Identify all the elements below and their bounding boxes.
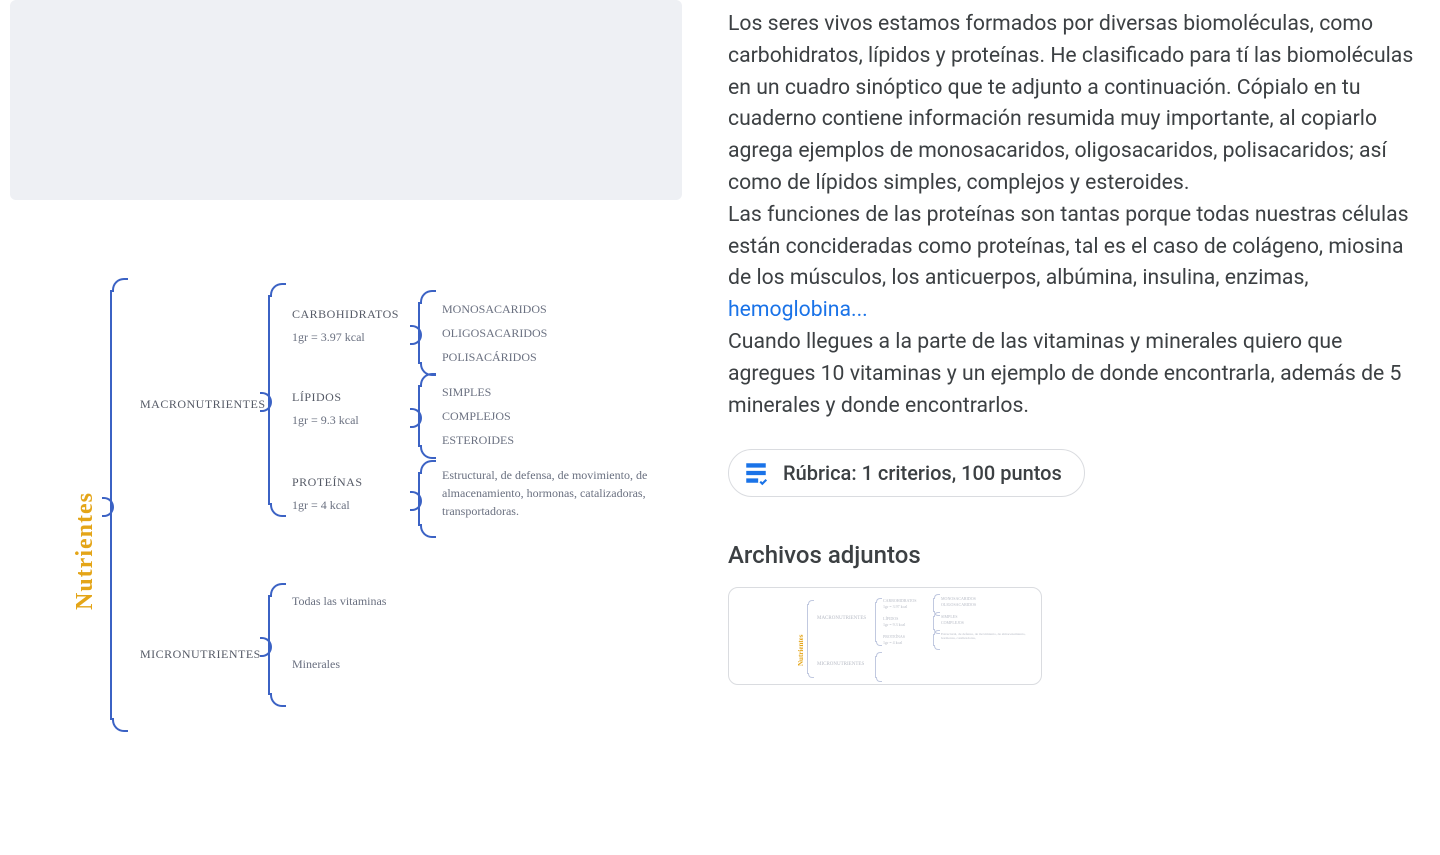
label-carbs-item-2: POLISACÁRIDOS	[442, 348, 537, 366]
label-proteins-kcal: 1gr = 4 kcal	[292, 496, 350, 514]
brace-micro	[268, 595, 270, 695]
attachments-heading: Archivos adjuntos	[728, 541, 1418, 569]
attachment-card[interactable]: Nutrientes MACRONUTRIENTES CARBOHIDRATOS…	[728, 587, 1042, 685]
label-lipids-item-2: ESTEROIDES	[442, 431, 514, 449]
assignment-details: Los seres vivos estamos formados por div…	[728, 8, 1418, 685]
rubric-label: Rúbrica: 1 criterios, 100 puntos	[783, 461, 1062, 485]
label-carbs-item-0: MONOSACARIDOS	[442, 300, 547, 318]
label-lipids-title: LÍPIDOS	[292, 388, 342, 406]
label-lipids-item-0: SIMPLES	[442, 383, 491, 401]
attachment-thumbnail: Nutrientes MACRONUTRIENTES CARBOHIDRATOS…	[735, 594, 1035, 678]
rubric-chip[interactable]: Rúbrica: 1 criterios, 100 puntos	[728, 449, 1085, 497]
label-minerals: Minerales	[292, 655, 340, 673]
description-paragraph-1: Los seres vivos estamos formados por div…	[728, 11, 1413, 195]
brace-proteins	[418, 472, 420, 526]
header-gray-band	[10, 0, 682, 200]
label-lipids-kcal: 1gr = 9.3 kcal	[292, 411, 359, 429]
synoptic-diagram: Nutrientes MACRONUTRIENTES MICRONUTRIENT…	[10, 260, 690, 800]
label-micronutrientes: MICRONUTRIENTES	[140, 645, 261, 663]
brace-macro	[268, 295, 270, 505]
label-carbs-item-1: OLIGOSACARIDOS	[442, 324, 547, 342]
label-carbs-title: CARBOHIDRATOS	[292, 305, 399, 323]
label-carbs-kcal: 1gr = 3.97 kcal	[292, 328, 365, 346]
diagram-root-label: Nutrientes	[72, 492, 99, 610]
brace-carbs	[418, 302, 420, 364]
label-macronutrientes: MACRONUTRIENTES	[140, 395, 266, 413]
description-link[interactable]: hemoglobina...	[728, 297, 868, 322]
brace-root	[110, 290, 112, 720]
assignment-description: Los seres vivos estamos formados por div…	[728, 8, 1418, 421]
label-proteins-title: PROTEÍNAS	[292, 473, 363, 491]
rubric-icon	[743, 460, 769, 486]
label-proteins-desc: Estructural, de defensa, de movimiento, …	[442, 466, 672, 520]
description-paragraph-3: Cuando llegues a la parte de las vitamin…	[728, 329, 1401, 418]
brace-lipids	[418, 385, 420, 447]
label-lipids-item-1: COMPLEJOS	[442, 407, 511, 425]
description-paragraph-2a: Las funciones de las proteínas son tanta…	[728, 202, 1409, 291]
label-vitamins: Todas las vitaminas	[292, 592, 386, 610]
